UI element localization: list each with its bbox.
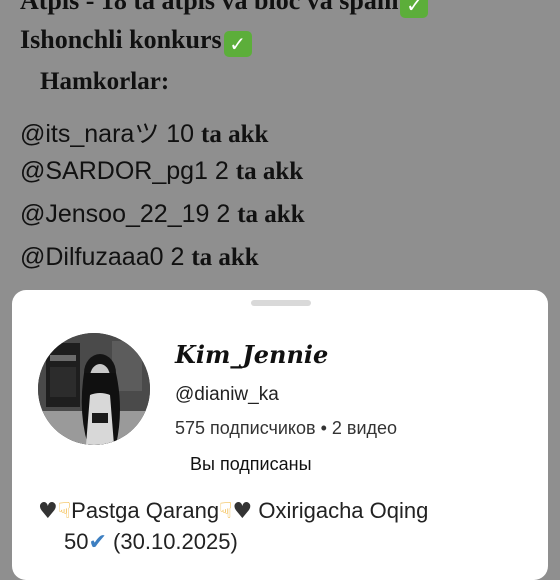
description-line-1: ♥☟Pastga Qarang☟♥ Oxirigacha Oqing	[38, 496, 548, 527]
pointing-down-icon: ☟	[219, 499, 233, 524]
post-line-konkurs: Ishonchli konkurs ✓	[20, 25, 252, 57]
post-line-konkurs-text: Ishonchli konkurs	[20, 25, 222, 54]
channel-name-text: Kim_Jennie	[175, 340, 329, 369]
post-line-hamkorlar: Hamkorlar:	[40, 68, 169, 96]
channel-stats: 575 подписчиков • 2 видео	[175, 418, 398, 438]
partner-amount: ta akk	[201, 121, 269, 148]
channel-description: ♥☟Pastga Qarang☟♥ Oxirigacha Oqing 50✔ (…	[38, 496, 548, 558]
partner-line: @Dilfuzaaa0 2 ta akk	[20, 243, 259, 272]
partner-handle: @SARDOR_pg1 2	[20, 157, 229, 185]
channel-handle: @dianiw_ka	[175, 384, 279, 405]
partner-line: @its_naraツ 10 ta akk	[20, 114, 268, 150]
partner-handle: @its_naraツ 10	[20, 120, 195, 148]
post-hamkorlar-text: Hamkorlar:	[40, 68, 170, 95]
green-check-icon: ✓	[400, 0, 429, 18]
description-text-b: Oxirigacha Oqing	[258, 498, 429, 523]
partner-handle: @Jensoo_22_19 2	[20, 200, 231, 228]
description-number: 50	[64, 529, 89, 554]
description-text-a: Pastga Qarang	[71, 498, 220, 523]
partner-handle: @Dilfuzaaa0 2	[20, 243, 185, 271]
description-line-2: 50✔ (30.10.2025)	[38, 527, 548, 558]
black-heart-icon: ♥	[232, 499, 253, 524]
partner-amount: ta akk	[237, 201, 305, 228]
black-heart-icon: ♥	[38, 499, 58, 524]
pointing-down-icon: ☟	[57, 499, 72, 524]
subscribed-button[interactable]: Вы подписаны	[190, 454, 312, 475]
post-line-spam-text: Atpis - 18 ta atpis va bloc va spam	[20, 0, 399, 15]
channel-name: Kim_Jennie	[175, 340, 328, 369]
partner-amount: ta akk	[235, 158, 304, 185]
green-check-icon: ✓	[223, 31, 252, 57]
partner-line: @SARDOR_pg1 2 ta akk	[20, 157, 303, 186]
channel-bottom-sheet: Kim_Jennie @dianiw_ka 575 подписчиков • …	[12, 290, 548, 580]
description-date: (30.10.2025)	[113, 529, 238, 554]
post-line-spam: Atpis - 18 ta atpis va bloc va spam ✓	[20, 0, 429, 18]
partner-amount: ta akk	[191, 244, 259, 271]
sheet-drag-handle[interactable]	[251, 300, 311, 306]
avatar-photo	[38, 333, 150, 445]
partner-line: @Jensoo_22_19 2 ta akk	[20, 200, 305, 229]
avatar[interactable]	[38, 333, 150, 445]
blue-check-icon: ✔	[88, 530, 107, 555]
